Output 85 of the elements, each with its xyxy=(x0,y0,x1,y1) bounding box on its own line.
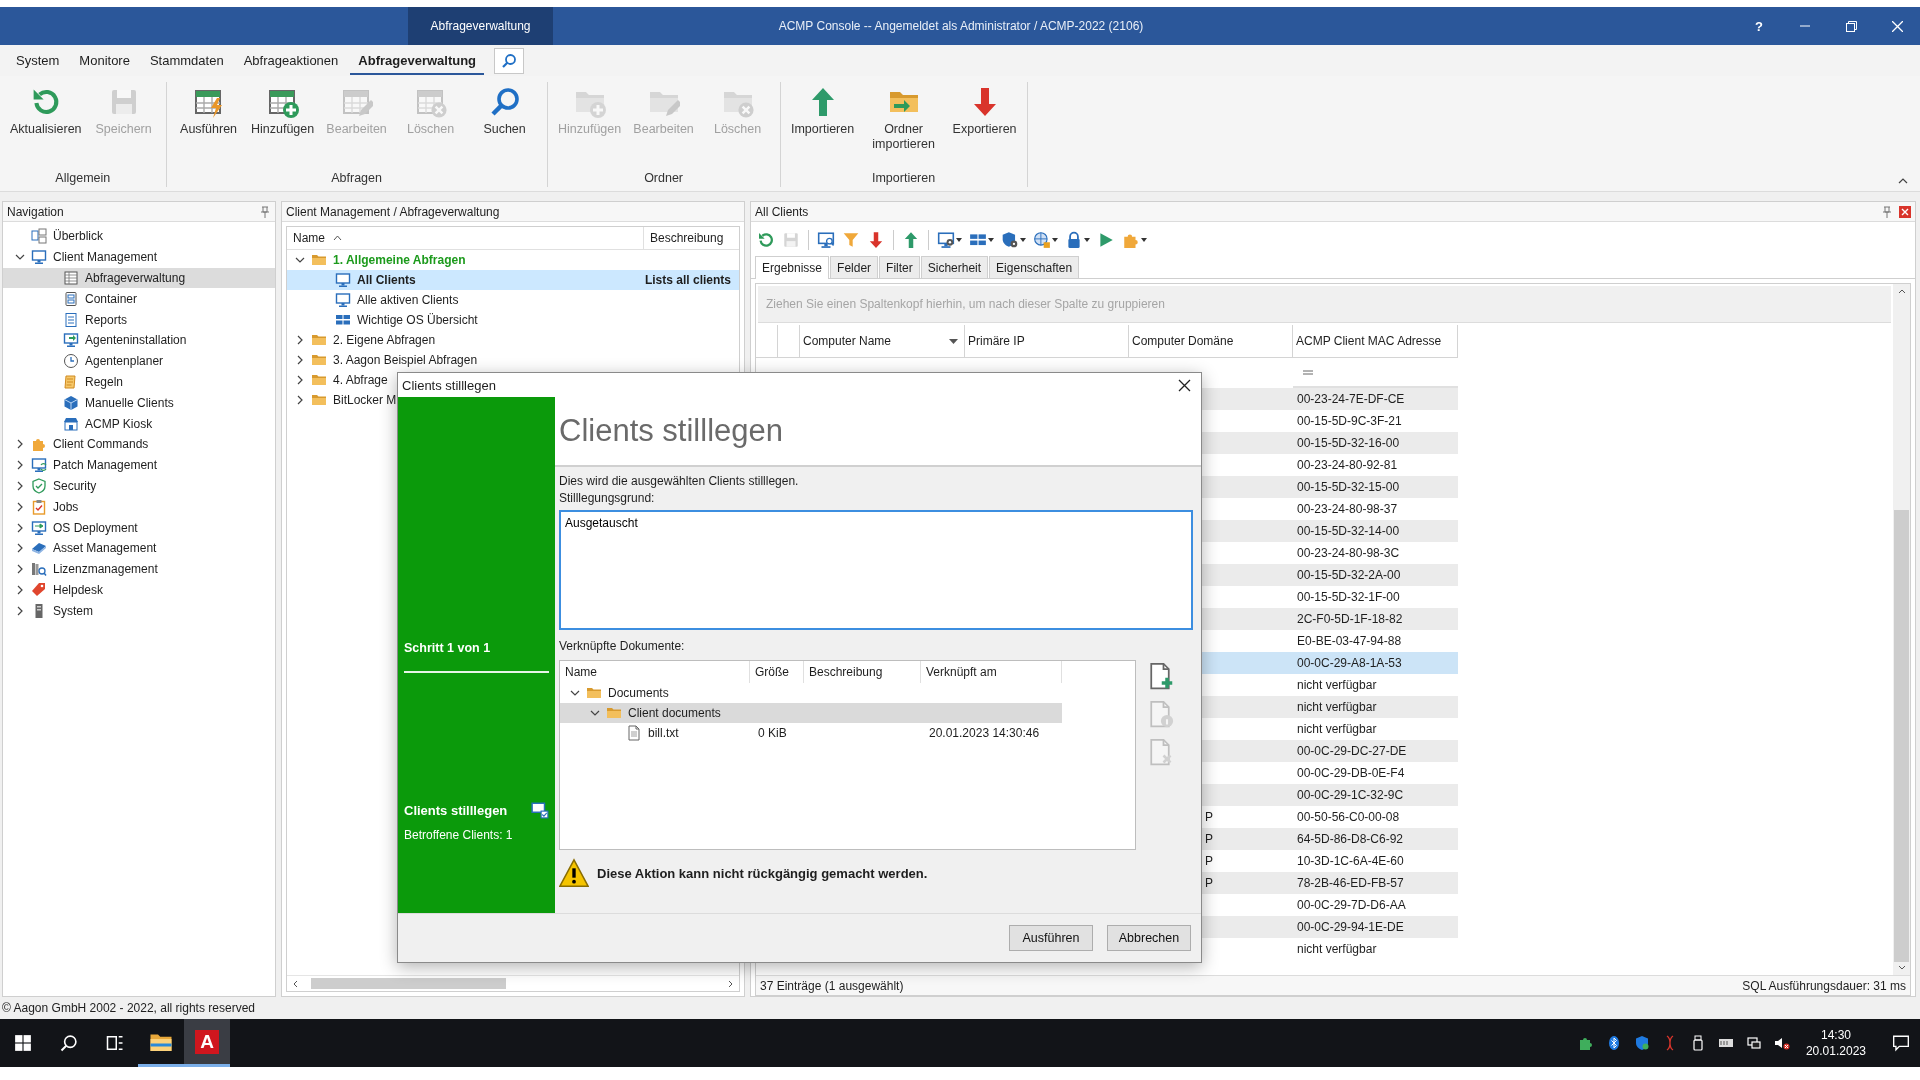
document-name: Documents xyxy=(608,686,669,700)
nav-label: Asset Management xyxy=(53,541,157,556)
table-cell: P xyxy=(1205,832,1213,846)
table-cell: 00-15-5D-32-2A-00 xyxy=(1297,568,1401,582)
table-cell: 2C-F0-5D-1F-18-82 xyxy=(1297,612,1403,626)
nav-label: Container xyxy=(85,291,138,306)
document-name: Client documents xyxy=(628,706,721,720)
nav-label: Security xyxy=(53,478,97,493)
folder-label: BitLocker M xyxy=(333,393,397,407)
document-date: 20.01.2023 14:30:46 xyxy=(929,726,1040,740)
intro-text: Dies wird die ausgewählten Clients stilllegen. xyxy=(559,473,800,490)
step-title: Clients stilllegen xyxy=(404,802,508,818)
document-size: 0 KiB xyxy=(758,726,787,740)
nav-label: Reports xyxy=(85,312,128,327)
app-logo: A xyxy=(195,1029,219,1054)
nav-label: System xyxy=(53,603,93,618)
table-cell: 00-0C-29-94-1E-DE xyxy=(1297,920,1404,934)
panel-title: Navigation xyxy=(7,204,64,219)
folder-label: 4. Abfrage xyxy=(333,373,388,387)
ribbon-group-label: Abfragen xyxy=(330,171,383,187)
nav-label: Jobs xyxy=(53,499,79,514)
nav-label: Client Management xyxy=(53,250,158,265)
nav-label: ACMP Kiosk xyxy=(85,416,153,431)
query-label: All Clients xyxy=(357,273,416,287)
ribbon-group-label: Importieren xyxy=(870,171,937,187)
table-cell: 00-15-5D-9C-3F-21 xyxy=(1297,414,1402,428)
nav-label: Agentenplaner xyxy=(85,354,164,369)
nav-label: Agenteninstallation xyxy=(85,333,187,348)
warning-text: Diese Aktion kann nicht rückgängig gemacht werden. xyxy=(597,865,928,881)
table-cell: 10-3D-1C-6A-4E-60 xyxy=(1297,854,1404,868)
table-cell: P xyxy=(1205,854,1213,868)
contextual-tab-label: Abfrageverwaltung xyxy=(408,7,553,45)
dialog-heading: Clients stilllegen xyxy=(559,413,783,449)
table-cell: 00-23-24-7E-DF-CE xyxy=(1297,392,1405,406)
nav-label: Client Commands xyxy=(53,437,149,452)
table-cell: nicht verfügbar xyxy=(1297,942,1377,956)
folder-label: 2. Eigene Abfragen xyxy=(333,333,436,347)
window-title: ACMP Console -- Angemeldet als Administrator / ACMP-2022 (2106) xyxy=(778,19,1144,33)
table-cell: 64-5D-86-D8-C6-92 xyxy=(1297,832,1404,846)
nav-label: Lizenzmanagement xyxy=(53,562,158,577)
table-cell: E0-BE-03-47-94-88 xyxy=(1297,634,1402,648)
table-cell: 00-50-56-C0-00-08 xyxy=(1297,810,1400,824)
table-cell: 00-0C-29-A8-1A-53 xyxy=(1297,656,1402,670)
table-cell: 00-0C-29-1C-32-9C xyxy=(1297,788,1404,802)
table-cell: 78-2B-46-ED-FB-57 xyxy=(1297,876,1404,890)
group-hint: Ziehen Sie einen Spaltenkopf hierhin, um nach dieser Spalte zu gruppieren xyxy=(766,297,1165,311)
breadcrumb: Client Management / Abfrageverwaltung xyxy=(286,204,500,219)
copyright: © Aagon GmbH 2002 - 2022, all rights reserved xyxy=(2,1001,255,1015)
nav-label: OS Deployment xyxy=(53,520,138,535)
table-cell: 00-23-24-80-98-37 xyxy=(1297,502,1398,516)
field-label: Verknüpfte Dokumente: xyxy=(559,638,686,655)
field-label: Stilllegungsgrund: xyxy=(559,490,656,507)
document-name: bill.txt xyxy=(648,726,679,740)
table-cell: 00-0C-29-DC-27-DE xyxy=(1297,744,1407,758)
folder-label: 1. Allgemeine Abfragen xyxy=(333,253,466,267)
query-label: Alle aktiven Clients xyxy=(357,293,459,307)
table-cell: 00-0C-29-7D-D6-AA xyxy=(1297,898,1406,912)
table-cell: 00-15-5D-32-15-00 xyxy=(1297,480,1400,494)
nav-label: Helpdesk xyxy=(53,582,104,597)
affected-count: Betroffene Clients: 1 xyxy=(404,828,514,842)
nav-label: Überblick xyxy=(53,229,103,244)
step-label: Schritt 1 von 1 xyxy=(404,641,492,655)
row-count: 37 Einträge (1 ausgewählt) xyxy=(760,978,904,993)
table-cell: nicht verfügbar xyxy=(1297,700,1377,714)
ribbon-group-label: Allgemein xyxy=(54,171,112,187)
table-cell: 00-0C-29-DB-0E-F4 xyxy=(1297,766,1405,780)
table-cell: 00-23-24-80-92-81 xyxy=(1297,458,1398,472)
query-duration: SQL Ausführungsdauer: 31 ms xyxy=(1742,978,1906,993)
nav-label: Regeln xyxy=(85,374,124,389)
nav-label: Patch Management xyxy=(53,458,158,473)
ribbon-group-label: Ordner xyxy=(643,171,685,187)
nav-label: Abfrageverwaltung xyxy=(85,271,186,285)
table-cell: 00-15-5D-32-16-00 xyxy=(1297,436,1400,450)
query-description: Lists all clients xyxy=(644,273,732,287)
table-cell: P xyxy=(1205,810,1213,824)
table-cell: 00-15-5D-32-1F-00 xyxy=(1297,590,1400,604)
folder-label: 3. Aagon Beispiel Abfragen xyxy=(333,353,478,367)
nav-label: Manuelle Clients xyxy=(85,395,174,410)
dialog-title: Clients stilllegen xyxy=(402,377,496,393)
query-label: Wichtige OS Übersicht xyxy=(357,313,478,327)
table-cell: P xyxy=(1205,876,1213,890)
panel-title: All Clients xyxy=(755,204,809,219)
table-cell: 00-23-24-80-98-3C xyxy=(1297,546,1400,560)
table-cell: nicht verfügbar xyxy=(1297,678,1377,692)
table-cell: 00-15-5D-32-14-00 xyxy=(1297,524,1400,538)
